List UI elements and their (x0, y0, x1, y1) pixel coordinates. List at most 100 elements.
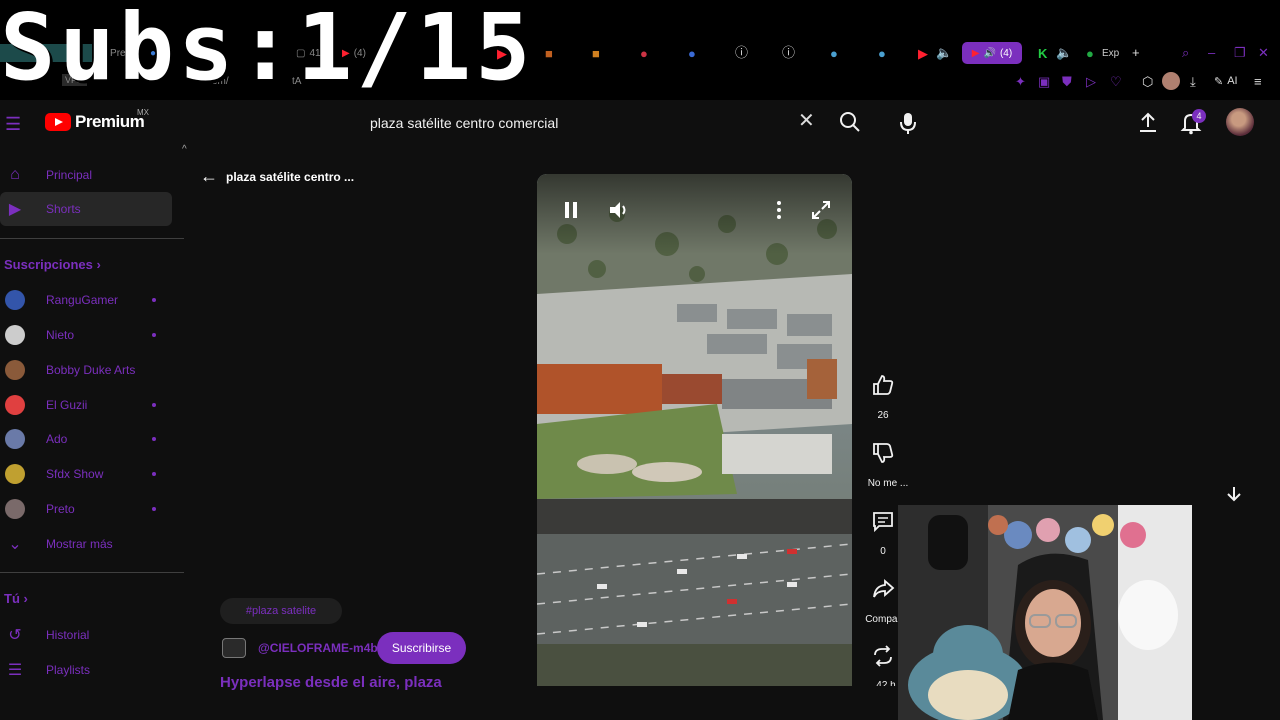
chevron-right-icon: › (23, 591, 28, 606)
channel-avatar (5, 499, 25, 519)
volume-icon[interactable] (607, 198, 631, 222)
tab-icon[interactable]: ■ (545, 47, 553, 61)
send-icon[interactable]: ▷ (1086, 75, 1096, 89)
channel-avatar (5, 464, 25, 484)
share-icon[interactable] (870, 576, 896, 602)
ai-button[interactable]: ✎ AI (1214, 74, 1238, 88)
search-input[interactable]: plaza satélite centro comercial (356, 104, 826, 142)
facebook-tab-icon[interactable]: ● (688, 47, 696, 61)
sidebar-item-subscription[interactable]: El Guzii (0, 388, 172, 422)
youtube-tab-icon[interactable]: ▶ (918, 47, 928, 61)
tab-icon[interactable]: ● (878, 47, 886, 61)
restore-icon[interactable]: ❐ (1234, 46, 1246, 60)
sidebar-item-history[interactable]: ↺ Historial (0, 618, 172, 652)
extensions-icon[interactable]: ⬡ (1142, 75, 1153, 89)
sidebar-item-playlists[interactable]: ☰ Playlists (0, 653, 172, 687)
youtube-play-icon (45, 113, 71, 131)
browser-tab-ext[interactable]: Exp (1102, 44, 1119, 62)
screenshot-icon[interactable]: ▣ (1038, 75, 1050, 89)
more-options-icon[interactable] (767, 198, 791, 222)
info-tab-icon[interactable]: ⓘ (782, 46, 795, 60)
pin-icon[interactable]: ✦ (1015, 75, 1026, 89)
kick-tab-icon[interactable]: K (1038, 47, 1047, 61)
tab-icon[interactable]: ● (640, 47, 648, 61)
close-window-icon[interactable]: ✕ (1258, 46, 1269, 60)
sidebar-item-shorts[interactable]: ▶ Shorts (0, 192, 172, 226)
search-icon[interactable] (836, 108, 864, 136)
you-heading[interactable]: Tú › (4, 591, 28, 606)
sidebar-item-home[interactable]: ⌂ Principal (0, 158, 172, 192)
arrow-down-icon[interactable] (1224, 484, 1244, 504)
comments-icon[interactable] (870, 508, 896, 534)
active-audio-tab[interactable]: ▶ 🔊 (4) (962, 42, 1022, 64)
new-content-dot (152, 333, 156, 337)
upload-icon[interactable] (1136, 110, 1160, 134)
fullscreen-icon[interactable] (809, 198, 833, 222)
remix-icon[interactable] (870, 643, 896, 669)
ai-icon: ✎ (1214, 75, 1224, 88)
back-row: ← plaza satélite centro ... (200, 166, 354, 187)
info-tab-icon[interactable]: ⓘ (735, 46, 748, 60)
channel-avatar (5, 395, 25, 415)
webcam-feed-image (898, 505, 1192, 720)
shield-icon[interactable]: ⛊ (1062, 75, 1072, 89)
sidebar: ^ ⌂ Principal ▶ Shorts Suscripciones › R… (0, 144, 187, 720)
youtube-logo[interactable]: Premium (45, 112, 145, 132)
download-icon[interactable]: ⤓ (1190, 75, 1196, 89)
new-content-dot (152, 437, 156, 441)
menu-icon[interactable]: ≡ (1254, 75, 1262, 89)
home-icon: ⌂ (10, 166, 20, 183)
show-more-button[interactable]: ⌄ Mostrar más (0, 527, 172, 561)
search-query-title: plaza satélite centro ... (226, 169, 355, 184)
minimize-icon[interactable]: – (1208, 46, 1215, 60)
subscriptions-heading[interactable]: Suscripciones › (4, 257, 101, 272)
xbox-tab-icon[interactable]: ● (1086, 47, 1094, 61)
logo-text: Premium (75, 112, 145, 131)
clear-search-icon[interactable]: ✕ (798, 108, 815, 133)
microphone-icon[interactable] (896, 110, 920, 136)
channel-avatar (5, 290, 25, 310)
sidebar-item-subscription[interactable]: Ado (0, 422, 172, 456)
hashtag-chip[interactable]: #plaza satelite (220, 598, 342, 624)
channel-name[interactable]: @CIELOFRAME-m4b (258, 641, 378, 655)
notification-count-badge: 4 (1192, 109, 1206, 123)
sidebar-item-subscription[interactable]: Sfdx Show (0, 457, 172, 491)
new-content-dot (152, 403, 156, 407)
dislike-icon[interactable] (870, 440, 896, 466)
like-icon[interactable] (870, 372, 896, 398)
browser-chrome: ■ Pre ● Art ▢ 414 ▶ (4) ▶ ■ ■ ● ● ⓘ ⓘ ● ● ▶ … (0, 0, 1280, 100)
subs-counter-overlay: Subs:1/15 (0, 0, 535, 101)
tab-icon[interactable]: ■ (592, 47, 600, 61)
playlist-icon: ☰ (7, 662, 23, 679)
channel-avatar[interactable] (222, 638, 246, 658)
sidebar-item-subscription[interactable]: Preto (0, 492, 172, 526)
back-arrow-icon[interactable]: ← (200, 166, 218, 187)
player-controls-overlay (537, 174, 852, 254)
video-title[interactable]: Hyperlapse desde el aire, plaza (220, 674, 540, 690)
pause-icon[interactable] (559, 198, 583, 222)
sidebar-item-subscription[interactable]: Nieto (0, 318, 172, 352)
hamburger-menu-icon[interactable]: ☰ (5, 114, 25, 135)
channel-avatar (5, 429, 25, 449)
streamer-webcam-overlay (898, 505, 1192, 720)
heart-icon[interactable]: ♡ (1110, 75, 1122, 89)
new-content-dot (152, 507, 156, 511)
subscribe-button[interactable]: Suscribirse (377, 632, 466, 664)
region-code: MX (137, 108, 149, 117)
tab-icon[interactable]: ● (830, 47, 838, 61)
channel-avatar (5, 325, 25, 345)
shorts-video-player[interactable] (537, 174, 852, 686)
sidebar-item-subscription[interactable]: Bobby Duke Arts (0, 353, 172, 387)
channel-avatar (5, 360, 25, 380)
new-tab-icon[interactable]: + (1132, 46, 1140, 60)
like-count: 26 (877, 410, 889, 421)
speaker-icon[interactable]: 🔈 (1056, 46, 1072, 60)
chevron-up-icon[interactable]: ^ (182, 144, 187, 155)
search-tabs-icon[interactable]: ⌕ (1182, 46, 1189, 60)
account-avatar[interactable] (1226, 108, 1254, 136)
shorts-icon: ▶ (8, 201, 22, 218)
sidebar-item-subscription[interactable]: RanguGamer (0, 283, 172, 317)
profile-avatar[interactable] (1162, 72, 1180, 90)
speaker-icon[interactable]: 🔈 (936, 46, 952, 60)
divider (0, 238, 184, 239)
